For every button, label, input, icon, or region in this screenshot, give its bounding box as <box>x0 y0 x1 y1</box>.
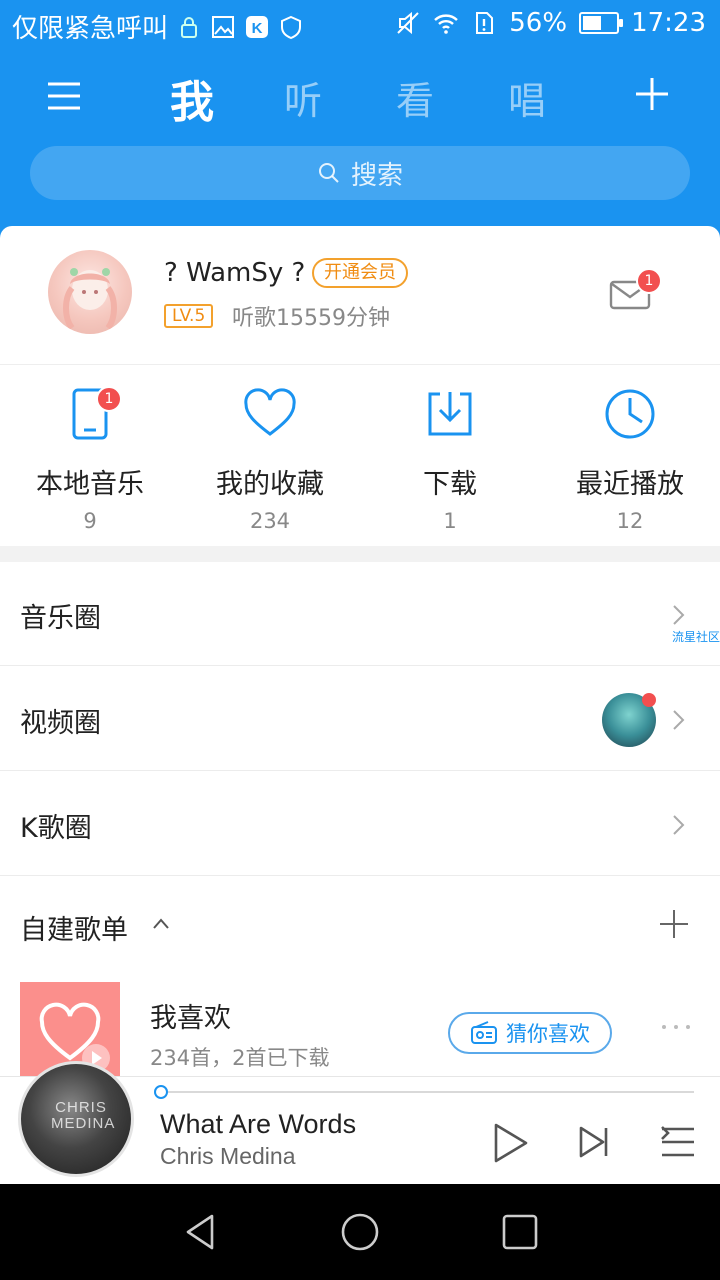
shield-icon <box>281 15 302 39</box>
download-button[interactable]: 下载 1 <box>360 386 540 536</box>
divider <box>0 364 720 365</box>
battery-text: 56% <box>509 8 568 38</box>
favorites-count: 234 <box>249 509 291 533</box>
chevron-right-icon <box>673 815 685 835</box>
download-label: 下载 <box>423 469 477 500</box>
image-icon <box>212 15 235 38</box>
music-circle-row[interactable]: 音乐圈 流星社区 <box>0 562 720 666</box>
guess-you-like-button[interactable]: 猜你喜欢 <box>448 1012 612 1054</box>
k-circle-row[interactable]: K歌圈 <box>0 772 720 876</box>
recent-play-label: 最近播放 <box>576 469 684 500</box>
home-icon[interactable] <box>340 1212 380 1252</box>
level-badge: LV.5 <box>164 304 214 328</box>
favorites-button[interactable]: 我的收藏 234 <box>180 386 360 536</box>
back-icon[interactable] <box>180 1212 220 1252</box>
download-count: 1 <box>443 509 457 533</box>
video-circle-row[interactable]: 视频圈 <box>0 667 720 771</box>
listen-time: 听歌15559分钟 <box>232 306 390 331</box>
progress-bar[interactable] <box>154 1085 694 1099</box>
recent-play-button[interactable]: 最近播放 12 <box>540 386 720 536</box>
clock-icon <box>605 389 655 439</box>
song-title: What Are Words <box>160 1109 357 1139</box>
menu-list: 音乐圈 流星社区 视频圈 K歌圈 自建歌单 我喜欢 234首，2首已下载 猜你喜… <box>0 562 720 1082</box>
kugou-icon: K <box>246 15 269 38</box>
video-circle-label: 视频圈 <box>20 708 101 739</box>
local-music-badge: 1 <box>96 386 122 412</box>
profile-card: ? WamSy ? 开通会员 LV.5 听歌15559分钟 1 1 本地音乐 9… <box>0 226 720 546</box>
local-music-label: 本地音乐 <box>36 469 144 500</box>
local-music-count: 9 <box>83 509 97 533</box>
k-circle-label: K歌圈 <box>20 813 92 844</box>
recents-icon[interactable] <box>500 1212 540 1252</box>
chevron-up-icon[interactable] <box>152 916 170 930</box>
add-icon[interactable] <box>632 74 672 114</box>
liked-subtitle: 234首，2首已下载 <box>150 1046 330 1070</box>
playlist-header: 自建歌单 <box>0 878 720 968</box>
avatar-illustration <box>63 268 117 330</box>
recent-play-count: 12 <box>616 509 644 533</box>
playlist-queue-icon[interactable] <box>660 1125 696 1159</box>
app-header: 仅限紧急呼叫 K 56% 17:23 我 听 看 唱 搜索 <box>0 0 720 240</box>
sim-alert-icon <box>476 12 494 34</box>
vip-button[interactable]: 开通会员 <box>312 258 408 288</box>
next-icon[interactable] <box>578 1125 610 1159</box>
chevron-right-icon <box>673 605 685 625</box>
more-icon[interactable] <box>660 1022 692 1032</box>
battery-icon <box>579 12 624 34</box>
tab-watch[interactable]: 看 <box>396 70 434 125</box>
battery-fill <box>583 16 601 30</box>
liked-title: 我喜欢 <box>150 1003 231 1034</box>
wifi-icon <box>434 14 459 34</box>
tab-listen[interactable]: 听 <box>284 70 322 125</box>
avatar[interactable] <box>48 250 132 334</box>
main-nav: 我 听 看 唱 <box>0 62 720 132</box>
guess-you-like-label: 猜你喜欢 <box>506 1022 590 1046</box>
menu-icon[interactable] <box>44 76 84 116</box>
search-icon <box>318 163 339 183</box>
tab-me[interactable]: 我 <box>170 66 214 130</box>
album-disc[interactable]: CHRIS MEDINA <box>18 1061 134 1177</box>
search-placeholder: 搜索 <box>350 160 403 191</box>
svg-text:K: K <box>252 20 263 37</box>
lock-icon <box>181 16 198 38</box>
chevron-right-icon <box>673 710 685 730</box>
playlist-item-liked[interactable]: 我喜欢 234首，2首已下载 猜你喜欢 <box>0 982 720 1082</box>
mail-badge: 1 <box>636 268 662 294</box>
music-circle-label: 音乐圈 <box>20 603 101 634</box>
album-cover-text: CHRIS MEDINA <box>51 1099 116 1132</box>
download-icon <box>428 392 472 436</box>
play-icon[interactable] <box>490 1121 530 1165</box>
progress-knob[interactable] <box>154 1085 168 1099</box>
community-tag: 流星社区 <box>671 630 720 644</box>
clock-text: 17:23 <box>631 8 706 38</box>
favorites-label: 我的收藏 <box>216 469 324 500</box>
heart-icon <box>244 388 296 436</box>
mini-player[interactable]: CHRIS MEDINA What Are Words Chris Medina <box>0 1061 720 1184</box>
status-bar: 仅限紧急呼叫 K 56% 17:23 <box>0 0 720 52</box>
search-bar[interactable]: 搜索 <box>30 146 690 200</box>
tab-sing[interactable]: 唱 <box>508 70 546 125</box>
radio-icon <box>471 1021 497 1044</box>
carrier-text: 仅限紧急呼叫 <box>12 14 169 44</box>
song-artist: Chris Medina <box>160 1143 296 1169</box>
local-music-button[interactable]: 1 本地音乐 9 <box>0 386 180 536</box>
mute-icon <box>397 11 419 35</box>
playlist-header-label: 自建歌单 <box>20 915 128 946</box>
new-dot <box>642 693 656 707</box>
username[interactable]: ? WamSy ? <box>164 258 305 288</box>
system-nav-bar <box>0 1184 720 1280</box>
add-playlist-icon[interactable] <box>658 908 690 940</box>
